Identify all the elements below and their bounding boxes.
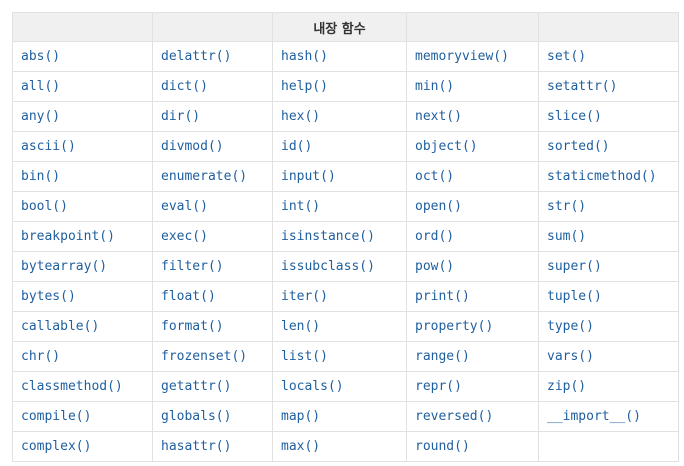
function-cell: tuple() bbox=[538, 281, 679, 312]
table-row: bytearray() filter() issubclass() pow() supe… bbox=[12, 251, 679, 282]
function-cell: enumerate() bbox=[152, 161, 273, 192]
function-cell: repr() bbox=[406, 371, 539, 402]
function-cell: divmod() bbox=[152, 131, 273, 162]
function-cell: bytearray() bbox=[12, 251, 153, 282]
function-cell: print() bbox=[406, 281, 539, 312]
function-cell: classmethod() bbox=[12, 371, 153, 402]
function-cell: int() bbox=[272, 191, 407, 222]
function-cell: len() bbox=[272, 311, 407, 342]
function-cell bbox=[538, 431, 679, 462]
table-row: chr() frozenset() list() range() vars() bbox=[12, 341, 679, 372]
function-cell: bool() bbox=[12, 191, 153, 222]
function-cell: format() bbox=[152, 311, 273, 342]
table-header-row: 내장 함수 bbox=[12, 12, 679, 42]
table-row: all() dict() help() min() setattr() bbox=[12, 71, 679, 102]
function-cell: abs() bbox=[12, 41, 153, 72]
header-cell bbox=[538, 12, 679, 42]
table-row: classmethod() getattr() locals() repr() zip(… bbox=[12, 371, 679, 402]
function-cell: oct() bbox=[406, 161, 539, 192]
function-cell: setattr() bbox=[538, 71, 679, 102]
function-cell: ascii() bbox=[12, 131, 153, 162]
function-cell: memoryview() bbox=[406, 41, 539, 72]
function-cell: min() bbox=[406, 71, 539, 102]
function-cell: max() bbox=[272, 431, 407, 462]
table-row: complex() hasattr() max() round() bbox=[12, 431, 679, 462]
table-title: 내장 함수 bbox=[272, 12, 407, 42]
function-cell: vars() bbox=[538, 341, 679, 372]
table-body: abs() delattr() hash() memoryview() set() all… bbox=[12, 41, 679, 462]
function-cell: staticmethod() bbox=[538, 161, 679, 192]
table-row: bool() eval() int() open() str() bbox=[12, 191, 679, 222]
header-cell bbox=[12, 12, 153, 42]
function-cell: bytes() bbox=[12, 281, 153, 312]
function-cell: reversed() bbox=[406, 401, 539, 432]
table-row: abs() delattr() hash() memoryview() set() bbox=[12, 41, 679, 72]
function-cell: help() bbox=[272, 71, 407, 102]
function-cell: locals() bbox=[272, 371, 407, 402]
function-cell: __import__() bbox=[538, 401, 679, 432]
function-cell: round() bbox=[406, 431, 539, 462]
function-cell: list() bbox=[272, 341, 407, 372]
function-cell: filter() bbox=[152, 251, 273, 282]
function-cell: frozenset() bbox=[152, 341, 273, 372]
table-row: callable() format() len() property() type() bbox=[12, 311, 679, 342]
function-cell: ord() bbox=[406, 221, 539, 252]
function-cell: open() bbox=[406, 191, 539, 222]
function-cell: object() bbox=[406, 131, 539, 162]
function-cell: delattr() bbox=[152, 41, 273, 72]
function-cell: next() bbox=[406, 101, 539, 132]
function-cell: str() bbox=[538, 191, 679, 222]
function-cell: any() bbox=[12, 101, 153, 132]
function-cell: slice() bbox=[538, 101, 679, 132]
function-cell: all() bbox=[12, 71, 153, 102]
function-cell: complex() bbox=[12, 431, 153, 462]
function-cell: iter() bbox=[272, 281, 407, 312]
builtin-functions-table: 내장 함수 abs() delattr() hash() memoryview() se… bbox=[12, 12, 679, 462]
function-cell: callable() bbox=[12, 311, 153, 342]
function-cell: map() bbox=[272, 401, 407, 432]
table-row: bin() enumerate() input() oct() staticmethod… bbox=[12, 161, 679, 192]
function-cell: chr() bbox=[12, 341, 153, 372]
function-cell: hash() bbox=[272, 41, 407, 72]
function-cell: sum() bbox=[538, 221, 679, 252]
function-cell: super() bbox=[538, 251, 679, 282]
table-row: any() dir() hex() next() slice() bbox=[12, 101, 679, 132]
function-cell: exec() bbox=[152, 221, 273, 252]
function-cell: getattr() bbox=[152, 371, 273, 402]
table-row: ascii() divmod() id() object() sorted() bbox=[12, 131, 679, 162]
function-cell: zip() bbox=[538, 371, 679, 402]
function-cell: dict() bbox=[152, 71, 273, 102]
function-cell: bin() bbox=[12, 161, 153, 192]
function-cell: issubclass() bbox=[272, 251, 407, 282]
function-cell: property() bbox=[406, 311, 539, 342]
function-cell: breakpoint() bbox=[12, 221, 153, 252]
function-cell: globals() bbox=[152, 401, 273, 432]
table-row: breakpoint() exec() isinstance() ord() sum() bbox=[12, 221, 679, 252]
function-cell: dir() bbox=[152, 101, 273, 132]
function-cell: pow() bbox=[406, 251, 539, 282]
function-cell: compile() bbox=[12, 401, 153, 432]
function-cell: isinstance() bbox=[272, 221, 407, 252]
function-cell: type() bbox=[538, 311, 679, 342]
table-row: compile() globals() map() reversed() __impor… bbox=[12, 401, 679, 432]
function-cell: input() bbox=[272, 161, 407, 192]
function-cell: float() bbox=[152, 281, 273, 312]
function-cell: range() bbox=[406, 341, 539, 372]
header-cell bbox=[406, 12, 539, 42]
function-cell: eval() bbox=[152, 191, 273, 222]
function-cell: hex() bbox=[272, 101, 407, 132]
function-cell: sorted() bbox=[538, 131, 679, 162]
function-cell: id() bbox=[272, 131, 407, 162]
table-row: bytes() float() iter() print() tuple() bbox=[12, 281, 679, 312]
header-cell bbox=[152, 12, 273, 42]
function-cell: hasattr() bbox=[152, 431, 273, 462]
function-cell: set() bbox=[538, 41, 679, 72]
